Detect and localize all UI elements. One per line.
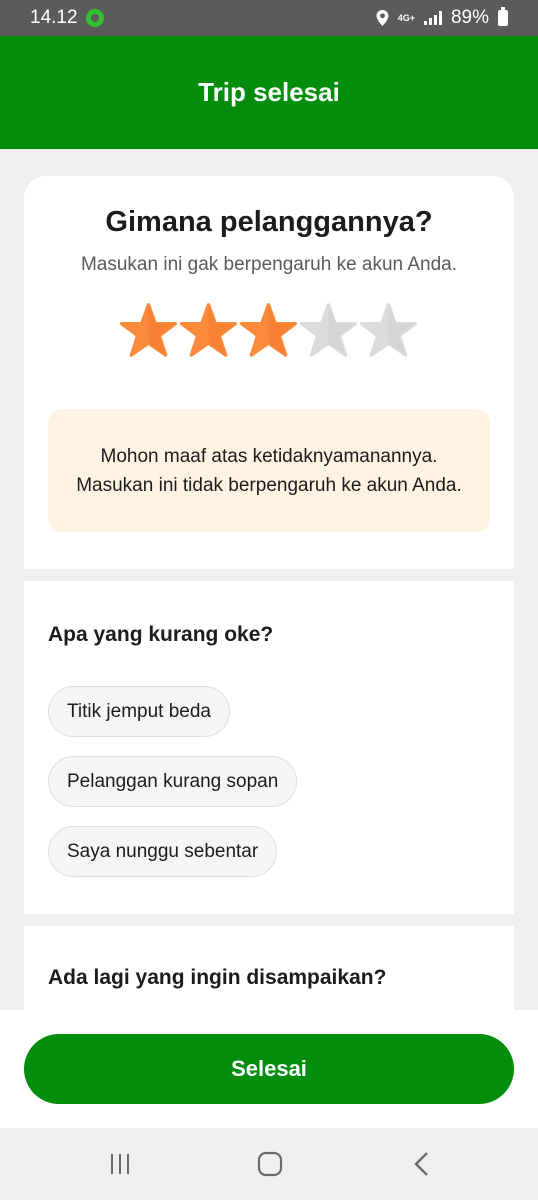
recent-apps-icon	[111, 1154, 129, 1174]
location-icon	[376, 10, 389, 26]
signal-icon	[423, 11, 442, 25]
star-filled-icon[interactable]	[180, 302, 237, 359]
home-icon	[257, 1151, 283, 1177]
rating-question: Gimana pelanggannya?	[105, 206, 433, 238]
rating-card: Gimana pelanggannya? Masukan ini gak ber…	[24, 176, 514, 569]
recent-apps-button[interactable]	[100, 1150, 140, 1178]
status-right: 4G+ 89%	[376, 7, 508, 29]
chip-wrong-pickup[interactable]: Titik jemput beda	[48, 686, 230, 737]
status-left: 14.12	[30, 7, 104, 29]
battery-percent: 89%	[450, 7, 489, 28]
app-bar: Trip selesai	[0, 36, 538, 149]
home-button[interactable]	[250, 1150, 290, 1178]
done-button[interactable]: Selesai	[24, 1034, 514, 1104]
star-filled-icon[interactable]	[240, 302, 297, 359]
extra-feedback-title: Ada lagi yang ingin disampaikan?	[48, 966, 387, 989]
system-nav-bar	[0, 1128, 538, 1200]
grab-app-icon	[85, 9, 104, 27]
status-bar: 14.12 4G+ 89%	[0, 0, 538, 36]
network-type: 4G+	[397, 12, 415, 23]
star-filled-icon[interactable]	[120, 302, 177, 359]
extra-feedback-card: Ada lagi yang ingin disampaikan?	[24, 926, 514, 1016]
back-button[interactable]	[402, 1150, 442, 1178]
status-time: 14.12	[30, 7, 78, 28]
apology-notice: Mohon maaf atas ketidaknyamanannya. Masu…	[48, 409, 490, 532]
rating-subtitle: Masukan ini gak berpengaruh ke akun Anda…	[80, 254, 458, 275]
back-icon	[414, 1152, 428, 1176]
bottom-action-bar: Selesai	[0, 1010, 538, 1128]
star-empty-icon[interactable]	[300, 302, 357, 359]
page-title: Trip selesai	[198, 77, 340, 107]
issues-title: Apa yang kurang oke?	[48, 623, 274, 646]
star-rating	[120, 302, 417, 359]
notice-text: Mohon maaf atas ketidaknyamanannya. Masu…	[76, 445, 462, 496]
star-empty-icon[interactable]	[360, 302, 417, 359]
issues-card: Apa yang kurang oke? Titik jemput beda P…	[24, 581, 514, 914]
chip-short-wait[interactable]: Saya nunggu sebentar	[48, 826, 278, 877]
battery-icon	[498, 7, 508, 26]
chip-impolite-customer[interactable]: Pelanggan kurang sopan	[48, 756, 298, 807]
